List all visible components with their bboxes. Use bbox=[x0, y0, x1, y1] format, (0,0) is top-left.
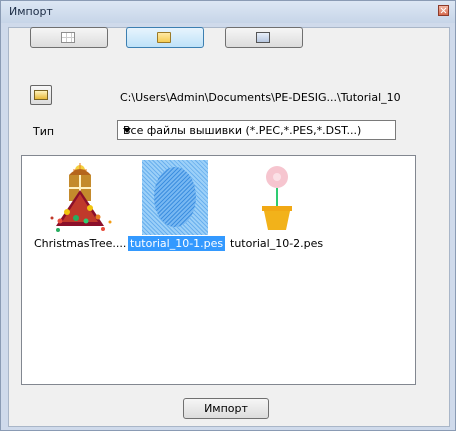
file-type-select[interactable]: Все файлы вышивки (*.PEC,*.PES,*.DST...) bbox=[117, 120, 396, 140]
file-type-label: Тип bbox=[33, 125, 55, 138]
oval-frame-thumbnail bbox=[135, 160, 215, 235]
file-name: tutorial_10-2.pes bbox=[230, 237, 324, 250]
file-item-selected[interactable]: tutorial_10-1.pes bbox=[125, 156, 226, 256]
file-list[interactable]: ChristmasTree.... tutorial_10-1.pes tuto… bbox=[21, 155, 416, 385]
window-title: Импорт bbox=[9, 5, 53, 18]
file-name: ChristmasTree.... bbox=[34, 237, 127, 250]
flower-pot-thumbnail bbox=[262, 166, 292, 230]
file-type-value: Все файлы вышивки (*.PEC,*.PES,*.DST...) bbox=[123, 124, 362, 137]
chevron-down-icon[interactable] bbox=[123, 128, 131, 133]
grid-view-icon bbox=[61, 32, 75, 43]
file-name: tutorial_10-1.pes bbox=[128, 236, 226, 251]
folder-path: C:\Users\Admin\Documents\PE-DESIG...\Tut… bbox=[120, 91, 401, 104]
image-view-button[interactable] bbox=[225, 27, 303, 48]
christmas-tree-thumbnail bbox=[50, 163, 112, 232]
title-bar: Импорт bbox=[1, 1, 455, 23]
image-view-icon bbox=[256, 32, 270, 43]
folder-view-button[interactable] bbox=[126, 27, 204, 48]
open-folder-icon bbox=[34, 90, 48, 100]
file-item[interactable]: ChristmasTree.... bbox=[30, 156, 130, 256]
browse-folder-button[interactable] bbox=[30, 85, 52, 105]
folder-view-icon bbox=[157, 32, 171, 43]
file-item[interactable]: tutorial_10-2.pes bbox=[225, 156, 325, 256]
grid-view-button[interactable] bbox=[30, 27, 108, 48]
import-button[interactable]: Импорт bbox=[183, 398, 269, 419]
close-icon[interactable] bbox=[438, 5, 449, 16]
